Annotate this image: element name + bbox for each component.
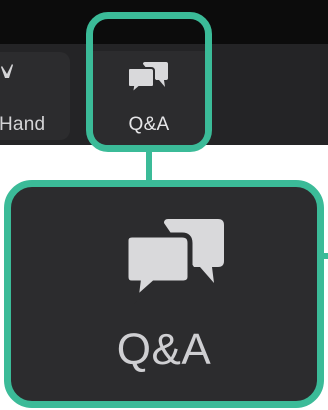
- hand-icon: [1, 64, 13, 78]
- raise-hand-button[interactable]: Hand: [0, 52, 70, 140]
- callout-connector: [146, 152, 152, 182]
- qa-zoomed-label: Q&A: [116, 325, 212, 374]
- qa-button[interactable]: Q&A: [86, 12, 212, 152]
- speech-bubbles-icon: [123, 219, 224, 306]
- screenshot-stage: Hand Q&A Q&A: [0, 0, 328, 410]
- qa-button-label: Q&A: [128, 114, 170, 135]
- speech-bubbles-icon: [127, 62, 168, 96]
- qa-button-zoomed[interactable]: Q&A: [4, 180, 324, 408]
- raise-hand-label: Hand: [0, 114, 46, 135]
